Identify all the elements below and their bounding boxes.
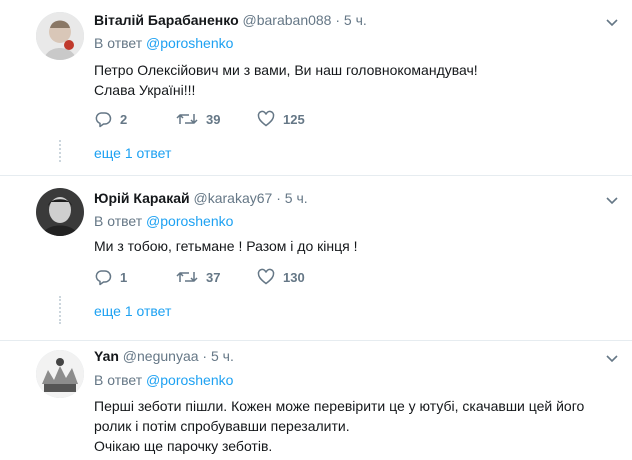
reply-prefix: В ответ [94,372,143,388]
heart-icon [257,268,275,285]
author-name[interactable]: Yan [94,348,119,364]
like-button[interactable]: 130 [257,268,305,286]
reply-context: В ответ @poroshenko [94,35,233,51]
reply-mention-link[interactable]: @poroshenko [146,213,233,229]
reply-count: 1 [120,269,128,285]
timestamp[interactable]: 5 ч. [285,190,308,206]
like-count: 125 [283,111,305,127]
tweet-header: Yan @negunyaa · 5 ч. [94,348,234,364]
reply-prefix: В ответ [94,35,143,51]
retweet-button[interactable]: 37 [176,268,220,286]
tweet-actions: 1 37 130 [94,268,394,288]
thread-connector [59,140,63,162]
reply-icon [95,270,112,286]
reply-button[interactable]: 2 [94,110,127,128]
show-more-replies-link[interactable]: еще 1 ответ [94,145,171,161]
author-name[interactable]: Віталій Барабаненко [94,12,239,28]
reply-context: В ответ @poroshenko [94,213,233,229]
chevron-down-icon[interactable] [604,14,620,30]
reply-thread: Віталій Барабаненко @baraban088 · 5 ч. В… [0,0,632,460]
reply-mention-link[interactable]: @poroshenko [146,35,233,51]
tweet-header: Юрій Каракай @karakay67 · 5 ч. [94,190,308,206]
retweet-count: 39 [206,111,221,127]
tweet-header: Віталій Барабаненко @baraban088 · 5 ч. [94,12,367,28]
show-more-replies-link[interactable]: еще 1 ответ [94,303,171,319]
timestamp[interactable]: 5 ч. [344,12,367,28]
tweet-text: Перші зеботи пішли. Кожен може перевірит… [94,398,585,454]
chevron-down-icon[interactable] [604,192,620,208]
avatar[interactable] [36,12,84,60]
avatar[interactable] [36,188,84,236]
avatar[interactable] [36,350,84,398]
reply-prefix: В ответ [94,213,143,229]
thread-connector [59,296,63,324]
tweet-text: Петро Олексійович ми з вами, Ви наш голо… [94,62,478,98]
author-name[interactable]: Юрій Каракай [94,190,190,206]
like-button[interactable]: 125 [257,110,305,128]
retweet-button[interactable]: 39 [176,110,220,128]
separator-dot: · [276,190,281,206]
tweet-text: Ми з тобою, гетьмане ! Разом і до кінця … [94,238,358,254]
reply-context: В ответ @poroshenko [94,372,233,388]
retweet-icon [176,272,198,282]
reply-button[interactable]: 1 [94,268,127,286]
retweet-icon [176,114,198,124]
separator-dot: · [335,12,341,28]
reply-count: 2 [120,111,128,127]
divider [0,340,632,341]
author-handle[interactable]: @baraban088 [243,12,332,28]
retweet-count: 37 [206,269,221,285]
heart-icon [257,110,275,127]
reply-mention-link[interactable]: @poroshenko [146,372,233,388]
tweet-actions: 2 39 125 [94,110,394,130]
like-count: 130 [283,269,305,285]
chevron-down-icon[interactable] [604,350,620,366]
divider [0,175,632,176]
author-handle[interactable]: @negunyaa [123,348,199,364]
reply-icon [95,112,112,128]
separator-dot: · [202,348,208,364]
author-handle[interactable]: @karakay67 [194,190,273,206]
timestamp[interactable]: 5 ч. [211,348,234,364]
